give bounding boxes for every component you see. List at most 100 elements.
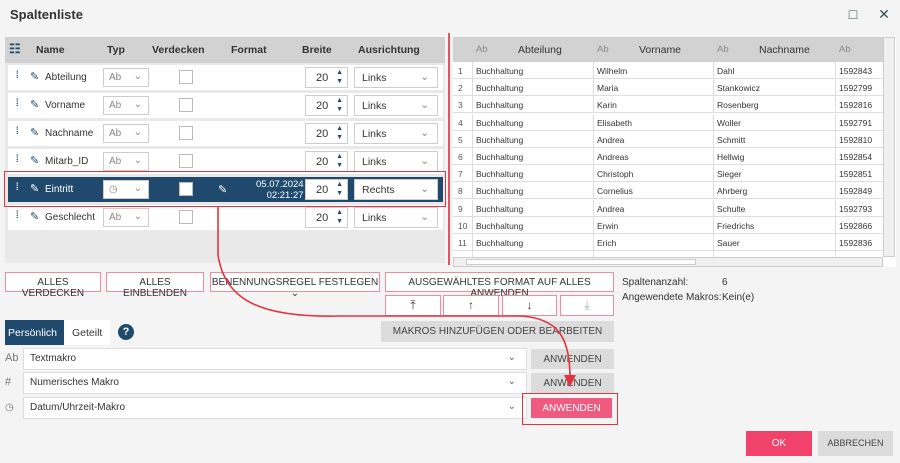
column-list-header: ☷ Name Typ Verdecken Format Breite Ausri… — [5, 37, 445, 63]
stepper-arrows-icon[interactable]: ▲ ▼ — [336, 208, 343, 226]
show-all-button[interactable]: ALLES EINBLENDEN — [106, 272, 204, 299]
text-type-icon: Ab — [5, 352, 19, 364]
column-row[interactable]: ⁞⁞ ✎ Eintritt ◷⌄ ✎05.07.202402:21:27 20▲… — [8, 177, 443, 202]
macro-select[interactable]: Datum/Uhrzeit-Makro ⌄ — [23, 397, 527, 419]
horizontal-scrollbar[interactable] — [453, 257, 883, 267]
stepper-arrows-icon[interactable]: ▲ ▼ — [336, 180, 343, 198]
alignment-select[interactable]: Links ⌄ — [354, 67, 438, 88]
width-stepper[interactable]: 20 ▲ ▼ — [305, 207, 348, 228]
column-row[interactable]: ⁞⁞ ✎ Nachname Ab⌄ 20▲▼ Links⌄ — [8, 121, 443, 146]
move-up-button[interactable]: ↑ — [443, 295, 499, 316]
hide-checkbox[interactable] — [179, 182, 193, 196]
preview-cell: Elisabeth — [593, 113, 713, 131]
preview-column-header[interactable]: Abteilung — [518, 44, 562, 56]
type-select[interactable]: ◷ ⌄ — [103, 180, 149, 199]
apply-macro-button[interactable]: ANWENDEN — [531, 349, 614, 369]
column-row[interactable]: ⁞⁞ ✎ Abteilung Ab⌄ 20▲▼ Links⌄ — [8, 65, 443, 90]
naming-rule-label: BENENNUNGSREGEL FESTLEGEN — [211, 277, 379, 288]
pencil-icon[interactable]: ✎ — [30, 154, 39, 167]
hide-checkbox[interactable] — [179, 210, 193, 224]
stepper-arrows-icon[interactable]: ▲ ▼ — [336, 68, 343, 86]
stepper-arrows-icon[interactable]: ▲ ▼ — [336, 96, 343, 114]
macro-select[interactable]: Numerisches Makro ⌄ — [23, 372, 527, 394]
hide-checkbox[interactable] — [179, 126, 193, 140]
pencil-icon[interactable]: ✎ — [30, 182, 39, 195]
panel-divider[interactable] — [448, 33, 450, 265]
pencil-icon[interactable]: ✎ — [30, 126, 39, 139]
move-down-button[interactable]: ↓ — [502, 295, 557, 316]
alignment-select[interactable]: Links ⌄ — [354, 123, 438, 144]
format-date: 05.07.2024 — [256, 179, 304, 190]
hide-checkbox[interactable] — [179, 70, 193, 84]
preview-row: 1 Buchhaltung Wilhelm Dahl 1592843 — [453, 62, 883, 79]
chevron-down-icon: ⌄ — [133, 211, 142, 222]
alignment-select[interactable]: Links ⌄ — [354, 95, 438, 116]
type-label: Ab — [109, 212, 122, 223]
preview-cell: Ahrberg — [713, 182, 835, 200]
type-select[interactable]: Ab ⌄ — [103, 124, 149, 143]
cancel-button[interactable]: ABBRECHEN — [818, 431, 893, 456]
preview-cell: Buchhaltung — [472, 148, 593, 165]
preview-cell: Buchhaltung — [472, 165, 593, 183]
preview-cell: 1592799 — [835, 79, 883, 97]
tab-geteilt[interactable]: Geteilt — [64, 320, 110, 345]
preview-cell: Hellwig — [713, 148, 835, 165]
width-stepper[interactable]: 20 ▲ ▼ — [305, 179, 348, 200]
preview-cell: Rosenberg — [713, 96, 835, 114]
tab-persoenlich[interactable]: Persönlich — [5, 320, 64, 345]
move-top-button[interactable]: ⤒ — [385, 295, 441, 316]
type-select[interactable]: Ab ⌄ — [103, 68, 149, 87]
macro-value: Textmakro — [30, 353, 77, 364]
column-row[interactable]: ⁞⁞ ✎ Vorname Ab⌄ 20▲▼ Links⌄ — [8, 93, 443, 118]
alignment-select[interactable]: Rechts ⌄ — [354, 179, 438, 200]
width-stepper[interactable]: 20 ▲ ▼ — [305, 95, 348, 116]
stepper-arrows-icon[interactable]: ▲ ▼ — [336, 124, 343, 142]
preview-cell: Maria — [593, 79, 713, 97]
pencil-icon[interactable]: ✎ — [30, 98, 39, 111]
hide-checkbox[interactable] — [179, 98, 193, 112]
edit-macros-button[interactable]: MAKROS HINZUFÜGEN ODER BEARBEITEN — [381, 321, 614, 342]
apply-macro-button[interactable]: ANWENDEN — [531, 373, 614, 393]
width-stepper[interactable]: 20 ▲ ▼ — [305, 151, 348, 172]
preview-row: 8 Buchhaltung Cornelius Ahrberg 1592849 — [453, 182, 883, 200]
move-bottom-button[interactable]: ⤓ — [560, 295, 614, 316]
preview-cell: Schulte — [713, 199, 835, 217]
type-select[interactable]: Ab ⌄ — [103, 208, 149, 227]
chevron-down-icon: ⌄ — [507, 376, 516, 387]
naming-rule-dropdown[interactable]: BENENNUNGSREGEL FESTLEGEN ⌄ — [210, 272, 380, 299]
preview-cell: 1592851 — [835, 165, 883, 183]
width-stepper[interactable]: 20 ▲ ▼ — [305, 123, 348, 144]
vertical-scrollbar[interactable] — [883, 37, 895, 257]
preview-cell: Andreas — [593, 148, 713, 165]
edit-format-icon[interactable]: ✎ — [218, 183, 227, 196]
header-name: Name — [36, 44, 65, 56]
apply-macro-button[interactable]: ANWENDEN — [531, 398, 612, 418]
pencil-icon[interactable]: ✎ — [30, 70, 39, 83]
column-filter-icon[interactable]: ☷ — [9, 41, 21, 57]
alignment-select[interactable]: Links ⌄ — [354, 207, 438, 228]
type-select[interactable]: Ab ⌄ — [103, 152, 149, 171]
macro-select[interactable]: Textmakro ⌄ — [23, 348, 527, 370]
help-icon[interactable]: ? — [118, 324, 134, 340]
column-row[interactable]: ⁞⁞ ✎ Mitarb_ID Ab⌄ 20▲▼ Links⌄ — [8, 149, 443, 174]
type-select[interactable]: Ab ⌄ — [103, 96, 149, 115]
alignment-select[interactable]: Links ⌄ — [354, 151, 438, 172]
pencil-icon[interactable]: ✎ — [30, 210, 39, 223]
close-icon[interactable]: ✕ — [876, 6, 892, 23]
apply-format-all-button[interactable]: AUSGEWÄHLTES FORMAT AUF ALLES ANWENDEN — [385, 272, 614, 299]
stepper-arrows-icon[interactable]: ▲ ▼ — [336, 152, 343, 170]
preview-column-header[interactable]: Nachname — [759, 44, 810, 56]
preview-cell: Buchhaltung — [472, 182, 593, 200]
column-row[interactable]: ⁞⁞ ✎ Geschlecht Ab⌄ 20▲▼ Links⌄ — [8, 205, 443, 230]
hide-all-button[interactable]: ALLES VERDECKEN — [5, 272, 101, 299]
ok-button[interactable]: OK — [746, 431, 812, 456]
maximize-icon[interactable]: □ — [845, 6, 861, 22]
column-count-label: Spaltenanzahl: — [622, 277, 689, 288]
preview-cell: Friedrichs — [713, 216, 835, 234]
preview-cell: Wilhelm — [593, 62, 713, 79]
preview-cell: 1592810 — [835, 130, 883, 148]
width-stepper[interactable]: 20 ▲ ▼ — [305, 67, 348, 88]
preview-column-header[interactable]: Vorname — [639, 44, 681, 56]
hide-checkbox[interactable] — [179, 154, 193, 168]
preview-cell: 1592793 — [835, 199, 883, 217]
